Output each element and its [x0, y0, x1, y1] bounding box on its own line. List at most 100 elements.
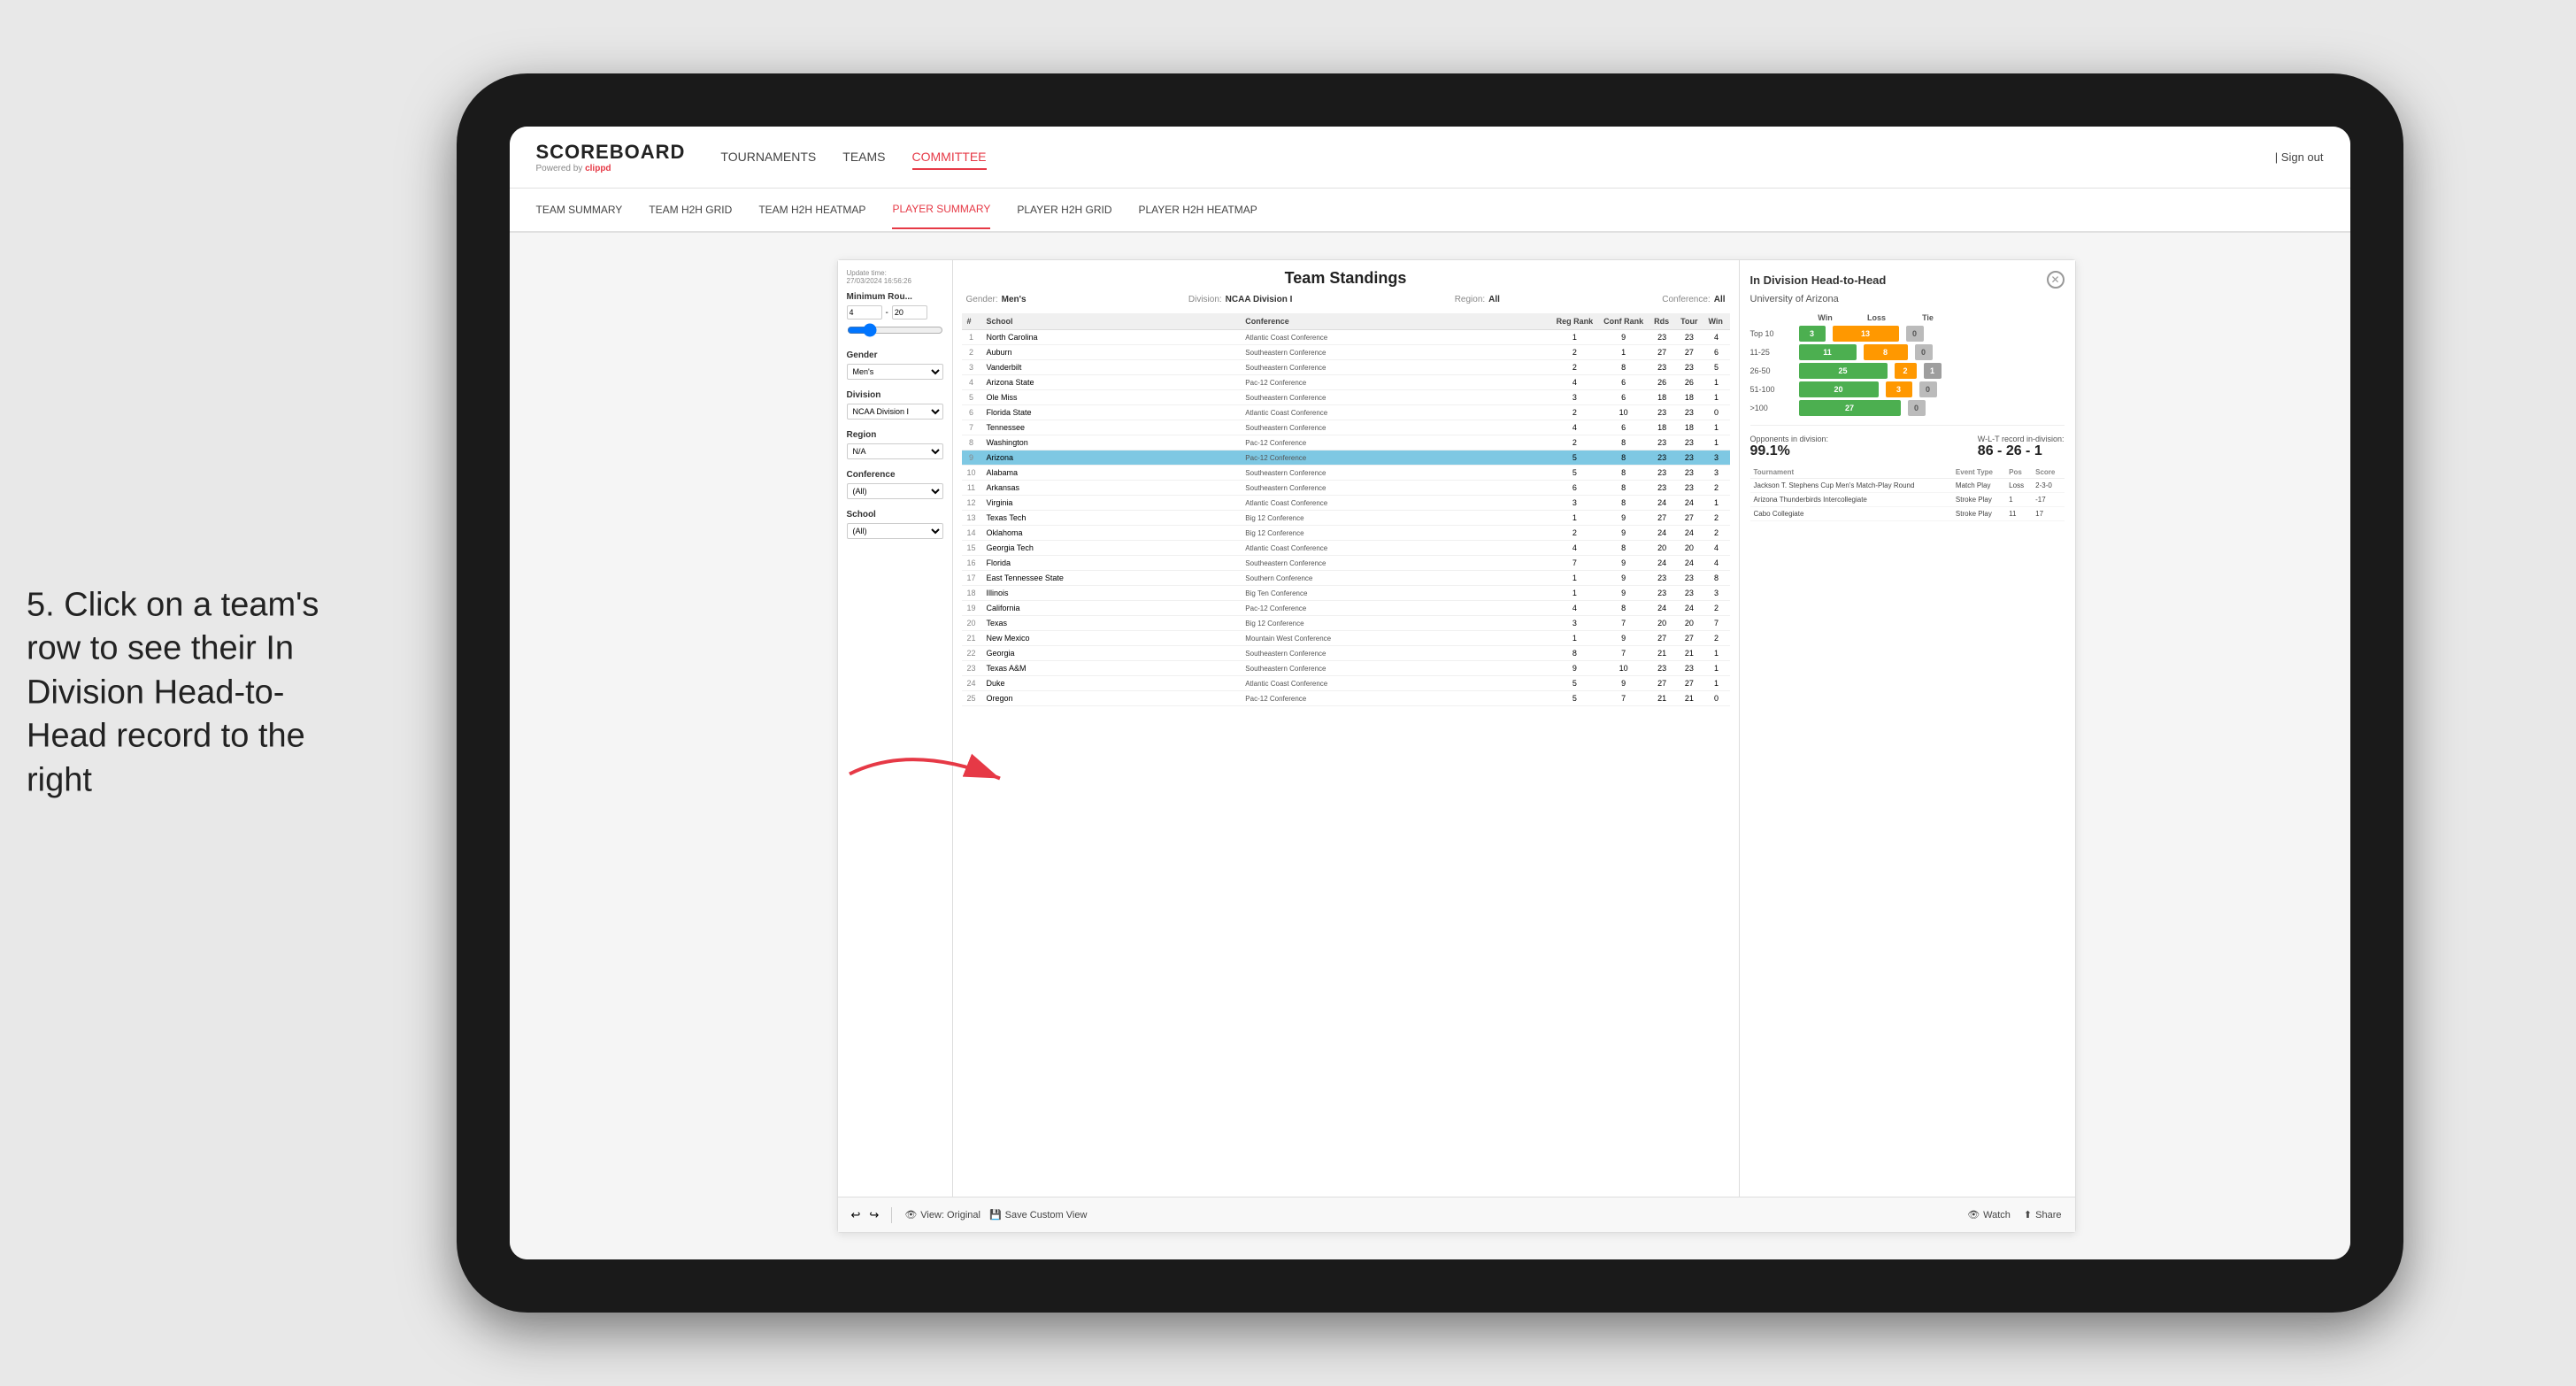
cell-rds: 21: [1649, 646, 1675, 661]
sub-nav-team-h2h-heatmap[interactable]: TEAM H2H HEATMAP: [758, 191, 865, 228]
cell-conference: Atlantic Coast Conference: [1240, 405, 1550, 420]
table-row[interactable]: 25 Oregon Pac-12 Conference 5 7 21 21 0: [962, 691, 1730, 706]
cell-school: Georgia Tech: [981, 541, 1241, 556]
conference-value: All: [1714, 295, 1726, 304]
sub-nav-player-h2h-grid[interactable]: PLAYER H2H GRID: [1017, 191, 1111, 228]
cell-win: 1: [1703, 661, 1730, 676]
cell-tour: 23: [1675, 481, 1703, 496]
h2h-title: In Division Head-to-Head: [1750, 273, 1887, 287]
filter-min-rounds-slider[interactable]: [847, 323, 943, 337]
cell-tour: 23: [1675, 466, 1703, 481]
tourn-col-event-type: Event Type: [1952, 466, 2005, 479]
share-button[interactable]: ⬆ Share: [2024, 1209, 2062, 1220]
table-row[interactable]: 6 Florida State Atlantic Coast Conferenc…: [962, 405, 1730, 420]
nav-tournaments[interactable]: TOURNAMENTS: [720, 145, 816, 170]
table-row[interactable]: 21 New Mexico Mountain West Conference 1…: [962, 631, 1730, 646]
table-row[interactable]: 5 Ole Miss Southeastern Conference 3 6 1…: [962, 390, 1730, 405]
cell-conference: Atlantic Coast Conference: [1240, 676, 1550, 691]
sub-nav-team-h2h-grid[interactable]: TEAM H2H GRID: [649, 191, 732, 228]
filter-min-rounds-input[interactable]: [847, 305, 882, 320]
tournament-row: Cabo Collegiate Stroke Play 11 17: [1750, 507, 2065, 521]
table-row[interactable]: 12 Virginia Atlantic Coast Conference 3 …: [962, 496, 1730, 511]
cell-school: Oklahoma: [981, 526, 1241, 541]
cell-reg-rank: 1: [1551, 631, 1599, 646]
cell-rds: 24: [1649, 496, 1675, 511]
watch-button[interactable]: 👁 Watch: [1967, 1209, 2011, 1220]
sub-nav-player-summary[interactable]: PLAYER SUMMARY: [892, 190, 990, 229]
cell-school: Auburn: [981, 345, 1241, 360]
nav-committee[interactable]: COMMITTEE: [912, 145, 987, 170]
table-row[interactable]: 1 North Carolina Atlantic Coast Conferen…: [962, 330, 1730, 345]
cell-rank: 9: [962, 450, 981, 466]
cell-conf-rank: 8: [1598, 435, 1649, 450]
bottom-toolbar: ↩ ↪ 👁 View: Original 💾 Save Custom View: [838, 1197, 2075, 1232]
cell-win: 0: [1703, 405, 1730, 420]
cell-school: Duke: [981, 676, 1241, 691]
h2h-range-top10: Top 10: [1750, 329, 1799, 338]
h2h-tie-51100: 0: [1919, 381, 1937, 397]
filter-conference-select[interactable]: (All): [847, 483, 943, 499]
table-row[interactable]: 16 Florida Southeastern Conference 7 9 2…: [962, 556, 1730, 571]
cell-conference: Atlantic Coast Conference: [1240, 541, 1550, 556]
cell-rank: 3: [962, 360, 981, 375]
cell-conference: Southeastern Conference: [1240, 345, 1550, 360]
h2h-close-button[interactable]: ✕: [2047, 271, 2065, 289]
table-row[interactable]: 23 Texas A&M Southeastern Conference 9 1…: [962, 661, 1730, 676]
tournament-row: Arizona Thunderbirds Intercollegiate Str…: [1750, 493, 2065, 507]
table-row[interactable]: 9 Arizona Pac-12 Conference 5 8 23 23 3: [962, 450, 1730, 466]
table-row[interactable]: 15 Georgia Tech Atlantic Coast Conferenc…: [962, 541, 1730, 556]
cell-rank: 5: [962, 390, 981, 405]
sub-nav-player-h2h-heatmap[interactable]: PLAYER H2H HEATMAP: [1139, 191, 1257, 228]
table-row[interactable]: 11 Arkansas Southeastern Conference 6 8 …: [962, 481, 1730, 496]
filter-school-select[interactable]: (All): [847, 523, 943, 539]
save-custom-button[interactable]: 💾 Save Custom View: [989, 1209, 1087, 1220]
gender-value: Men's: [1002, 295, 1027, 304]
cell-tour: 23: [1675, 330, 1703, 345]
table-row[interactable]: 20 Texas Big 12 Conference 3 7 20 20 7: [962, 616, 1730, 631]
table-row[interactable]: 8 Washington Pac-12 Conference 2 8 23 23…: [962, 435, 1730, 450]
cell-rds: 23: [1649, 661, 1675, 676]
filter-division-select[interactable]: NCAA Division I: [847, 404, 943, 420]
table-row[interactable]: 19 California Pac-12 Conference 4 8 24 2…: [962, 601, 1730, 616]
table-row[interactable]: 22 Georgia Southeastern Conference 8 7 2…: [962, 646, 1730, 661]
col-school: School: [981, 313, 1241, 330]
h2h-divider: [1750, 425, 2065, 426]
cell-win: 6: [1703, 345, 1730, 360]
cell-tour: 20: [1675, 541, 1703, 556]
table-row[interactable]: 13 Texas Tech Big 12 Conference 1 9 27 2…: [962, 511, 1730, 526]
filter-min-rounds-max-input[interactable]: [892, 305, 927, 320]
cell-win: 1: [1703, 390, 1730, 405]
tourn-event-type: Stroke Play: [1952, 507, 2005, 521]
cell-rds: 27: [1649, 511, 1675, 526]
view-original-button[interactable]: 👁 View: Original: [904, 1209, 980, 1220]
standings-table: # School Conference Reg Rank Conf Rank R…: [962, 313, 1730, 706]
cell-school: East Tennessee State: [981, 571, 1241, 586]
cell-conference: Big 12 Conference: [1240, 616, 1550, 631]
table-row[interactable]: 10 Alabama Southeastern Conference 5 8 2…: [962, 466, 1730, 481]
table-row[interactable]: 4 Arizona State Pac-12 Conference 4 6 26…: [962, 375, 1730, 390]
cell-school: Tennessee: [981, 420, 1241, 435]
h2h-loss-100plus: 0: [1908, 400, 1926, 416]
undo-button[interactable]: ↩: [851, 1208, 861, 1222]
sign-out-button[interactable]: | Sign out: [2275, 150, 2324, 164]
h2h-row-top10: Top 10 3 13 0: [1750, 326, 2065, 342]
cell-rank: 13: [962, 511, 981, 526]
cell-tour: 23: [1675, 405, 1703, 420]
cell-conference: Southern Conference: [1240, 571, 1550, 586]
nav-teams[interactable]: TEAMS: [842, 145, 885, 170]
table-row[interactable]: 2 Auburn Southeastern Conference 2 1 27 …: [962, 345, 1730, 360]
h2h-header: In Division Head-to-Head ✕: [1750, 271, 2065, 289]
table-row[interactable]: 17 East Tennessee State Southern Confere…: [962, 571, 1730, 586]
sub-nav-team-summary[interactable]: TEAM SUMMARY: [536, 191, 623, 228]
table-row[interactable]: 18 Illinois Big Ten Conference 1 9 23 23…: [962, 586, 1730, 601]
tourn-pos: 11: [2005, 507, 2032, 521]
filter-region-select[interactable]: N/A: [847, 443, 943, 459]
filter-gender-select[interactable]: Men's: [847, 364, 943, 380]
table-row[interactable]: 7 Tennessee Southeastern Conference 4 6 …: [962, 420, 1730, 435]
redo-button[interactable]: ↪: [869, 1208, 879, 1222]
table-row[interactable]: 14 Oklahoma Big 12 Conference 2 9 24 24 …: [962, 526, 1730, 541]
table-row[interactable]: 24 Duke Atlantic Coast Conference 5 9 27…: [962, 676, 1730, 691]
table-row[interactable]: 3 Vanderbilt Southeastern Conference 2 8…: [962, 360, 1730, 375]
col-conf-rank: Conf Rank: [1598, 313, 1649, 330]
division-label: Division:: [1188, 295, 1222, 304]
